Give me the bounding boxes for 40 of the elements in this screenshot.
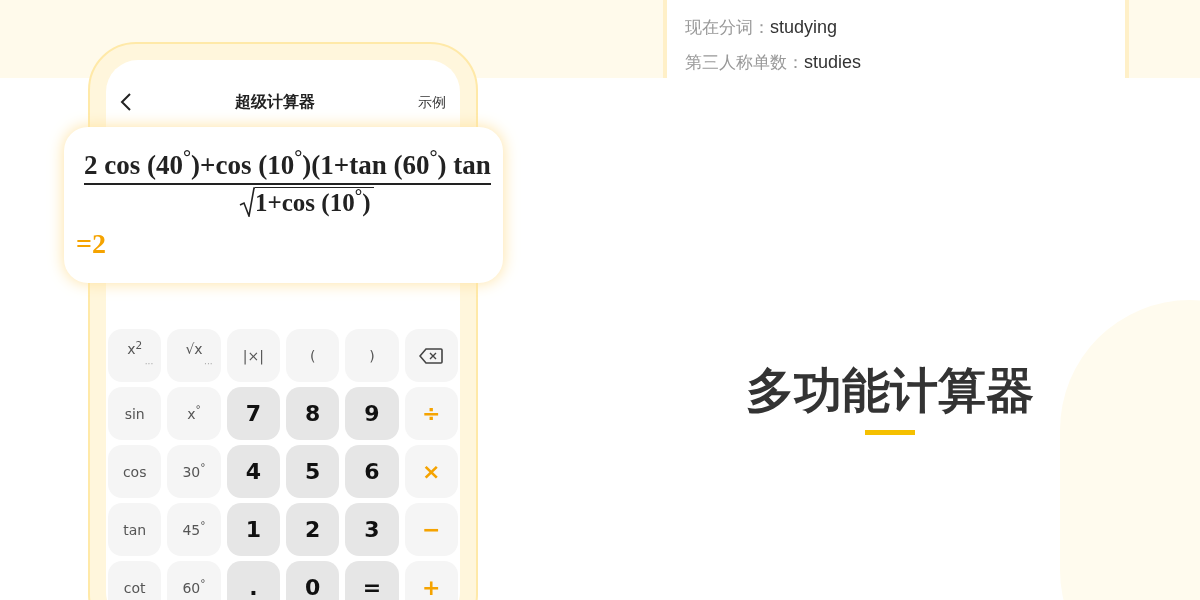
calculator-key[interactable]: = bbox=[345, 561, 399, 600]
formula-denominator: 1+cos (10$^{°}$) bbox=[255, 187, 375, 218]
calculator-key[interactable]: ( bbox=[286, 329, 340, 382]
calculator-key[interactable]: 0 bbox=[286, 561, 340, 600]
headline-underline bbox=[865, 430, 915, 435]
headline: 多功能计算器 bbox=[746, 361, 1034, 420]
calculator-key[interactable]: x$^{°}$ bbox=[167, 387, 221, 440]
calculator-key[interactable]: 5 bbox=[286, 445, 340, 498]
calculator-key[interactable]: 7 bbox=[226, 387, 280, 440]
calculator-key[interactable]: 9 bbox=[345, 387, 399, 440]
calculator-key[interactable]: 45$^{°}$ bbox=[167, 503, 221, 556]
calculator-key[interactable]: . bbox=[226, 561, 280, 600]
form-value: studies bbox=[804, 51, 862, 73]
calculator-key[interactable]: 2 bbox=[286, 503, 340, 556]
formula-numerator: 2 cos (40$^{°}$)+cos (10$^{°}$)(1+tan (60$^{°}$) tan bbox=[84, 150, 491, 180]
calculator-key[interactable]: 60$^{°}$ bbox=[167, 561, 221, 600]
calculator-key[interactable]: cot bbox=[108, 561, 162, 600]
example-link[interactable]: 示例 bbox=[418, 91, 446, 113]
calculator-key[interactable]: 8 bbox=[286, 387, 340, 440]
form-value: studying bbox=[770, 16, 838, 38]
calculator-key[interactable]: tan bbox=[108, 503, 162, 556]
backspace-key[interactable] bbox=[404, 329, 458, 382]
calculator-key[interactable]: 30$^{°}$ bbox=[167, 445, 221, 498]
calculator-key[interactable]: 6 bbox=[345, 445, 399, 498]
calculator-key[interactable]: √x ··· bbox=[167, 329, 221, 382]
back-icon[interactable] bbox=[120, 92, 132, 112]
backspace-icon bbox=[419, 347, 444, 364]
calculator-key[interactable]: |×| bbox=[226, 329, 280, 382]
calculator-key[interactable]: ) bbox=[345, 329, 399, 382]
form-label: 现在分词： bbox=[685, 16, 770, 38]
screen-title: 超级计算器 bbox=[235, 91, 315, 113]
form-label: 第三人称单数： bbox=[685, 51, 804, 73]
calculator-key[interactable]: 4 bbox=[226, 445, 280, 498]
square-root-icon bbox=[239, 187, 255, 217]
calculator-key[interactable]: x$^{2}$ ··· bbox=[108, 329, 162, 382]
formula-result: =2 bbox=[76, 230, 106, 258]
calculator-key[interactable]: cos bbox=[108, 445, 162, 498]
calculator-key[interactable]: 3 bbox=[345, 503, 399, 556]
calculator-key[interactable]: sin bbox=[108, 387, 162, 440]
calculator-key[interactable]: 1 bbox=[226, 503, 280, 556]
